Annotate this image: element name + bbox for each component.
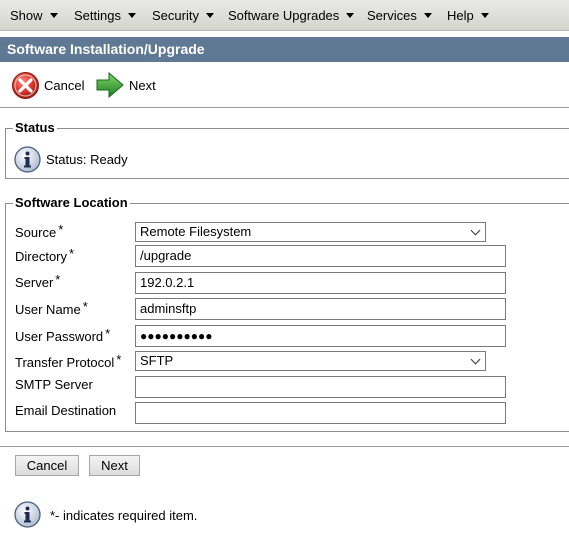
page-title: Software Installation/Upgrade xyxy=(0,37,569,62)
cancel-icon xyxy=(12,71,39,99)
status-text: Status: Ready xyxy=(46,152,128,167)
toolbar-next-label: Next xyxy=(129,77,156,93)
chevron-down-icon xyxy=(49,13,58,18)
user-name-input[interactable]: adminsftp xyxy=(135,298,506,320)
form-divider xyxy=(0,446,569,447)
menu-settings[interactable]: Settings xyxy=(74,8,136,23)
required-marker: * xyxy=(105,326,111,341)
transfer-protocol-select-value: SFTP xyxy=(140,353,174,368)
cancel-button[interactable]: Cancel xyxy=(15,455,79,476)
required-marker: * xyxy=(116,352,122,367)
email-destination-input[interactable] xyxy=(135,402,506,424)
user-name-label-text: User Name xyxy=(15,302,81,317)
chevron-down-icon xyxy=(470,225,481,236)
toolbar-divider xyxy=(0,107,569,108)
menu-settings-label: Settings xyxy=(74,8,121,23)
required-marker: * xyxy=(82,299,88,314)
toolbar-cancel-label: Cancel xyxy=(44,77,85,93)
transfer-protocol-select[interactable]: SFTP xyxy=(135,351,486,371)
chevron-down-icon xyxy=(346,13,355,18)
arrow-right-icon xyxy=(96,71,124,99)
email-destination-label: Email Destination xyxy=(15,403,117,418)
next-button[interactable]: Next xyxy=(89,455,140,476)
directory-label: Directory * xyxy=(15,246,74,264)
menu-security[interactable]: Security xyxy=(152,8,214,23)
server-label: Server * xyxy=(15,272,60,290)
menu-services-label: Services xyxy=(367,8,417,23)
server-input[interactable]: 192.0.2.1 xyxy=(135,272,506,294)
toolbar-cancel-button[interactable]: Cancel xyxy=(11,71,84,99)
source-label-text: Source xyxy=(15,225,57,240)
source-select-value: Remote Filesystem xyxy=(140,224,252,239)
menu-help[interactable]: Help xyxy=(447,8,489,23)
smtp-server-input[interactable] xyxy=(135,376,506,398)
user-password-input[interactable]: ●●●●●●●●●● xyxy=(135,325,506,347)
user-password-label: User Password * xyxy=(15,326,110,344)
menu-show-label: Show xyxy=(10,8,43,23)
menu-show[interactable]: Show xyxy=(10,8,58,23)
directory-input[interactable]: /upgrade xyxy=(135,245,506,267)
transfer-protocol-label-text: Transfer Protocol xyxy=(15,355,115,370)
menu-services[interactable]: Services xyxy=(367,8,432,23)
info-icon xyxy=(14,501,41,528)
transfer-protocol-label: Transfer Protocol * xyxy=(15,352,121,370)
toolbar-next-button[interactable]: Next xyxy=(95,71,156,99)
software-location-legend: Software Location xyxy=(13,195,130,210)
smtp-server-label: SMTP Server xyxy=(15,377,93,392)
status-legend: Status xyxy=(13,120,57,135)
source-label: Source * xyxy=(15,222,63,240)
chevron-down-icon xyxy=(480,13,489,18)
info-icon xyxy=(14,146,41,173)
server-label-text: Server xyxy=(15,275,54,290)
chevron-down-icon xyxy=(470,354,481,365)
required-note: *- indicates required item. xyxy=(50,508,198,523)
menu-help-label: Help xyxy=(447,8,474,23)
menu-security-label: Security xyxy=(152,8,199,23)
user-name-label: User Name * xyxy=(15,299,88,317)
source-select[interactable]: Remote Filesystem xyxy=(135,222,486,242)
chevron-down-icon xyxy=(423,13,432,18)
menu-bar: Show Settings Security Software Upgrades… xyxy=(0,0,569,31)
required-marker: * xyxy=(69,246,75,261)
menu-software-upgrades[interactable]: Software Upgrades xyxy=(228,8,355,23)
directory-label-text: Directory xyxy=(15,249,68,264)
menu-software-upgrades-label: Software Upgrades xyxy=(228,8,340,23)
required-marker: * xyxy=(58,222,64,237)
chevron-down-icon xyxy=(205,13,214,18)
required-marker: * xyxy=(55,272,61,287)
user-password-label-text: User Password xyxy=(15,329,104,344)
chevron-down-icon xyxy=(127,13,136,18)
